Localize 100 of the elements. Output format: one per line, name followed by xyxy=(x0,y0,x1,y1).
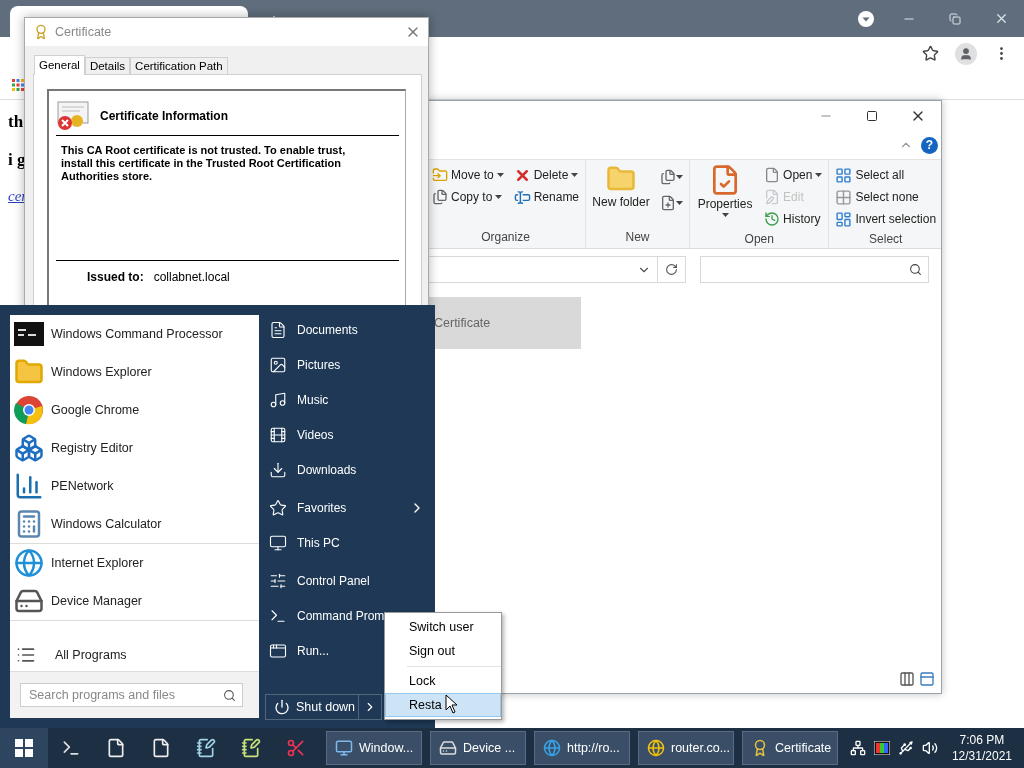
menu-item[interactable]: Lock xyxy=(385,669,501,693)
windows-logo-icon xyxy=(15,739,33,757)
clock[interactable]: 7:06 PM 12/31/2021 xyxy=(945,732,1018,764)
search-icon xyxy=(909,263,922,276)
ribbon-button[interactable]: Rename xyxy=(513,186,580,208)
taskbar-button[interactable]: Certificate xyxy=(742,731,838,765)
start-button[interactable] xyxy=(0,728,48,768)
grid-icon xyxy=(835,210,853,228)
volume-icon[interactable] xyxy=(921,740,938,756)
search-icon xyxy=(223,688,236,702)
device-icon xyxy=(439,739,457,757)
search-field[interactable] xyxy=(700,256,929,283)
scissors-icon[interactable] xyxy=(285,738,306,758)
certificate-icon xyxy=(33,24,49,40)
caret-icon xyxy=(676,201,684,205)
edit-icon xyxy=(764,189,781,205)
network-icon[interactable] xyxy=(849,740,866,756)
program-item[interactable]: Google Chrome xyxy=(13,391,251,429)
file-icon xyxy=(660,195,677,211)
power-icon xyxy=(274,699,290,715)
dropdown-icon[interactable] xyxy=(858,10,874,27)
program-item[interactable]: Internet Explorer xyxy=(13,544,251,582)
apps-icon[interactable] xyxy=(12,78,24,91)
grid-icon xyxy=(835,188,853,206)
notebook-icon[interactable] xyxy=(195,738,216,758)
download-icon xyxy=(269,460,287,479)
search-field[interactable]: Search programs and files xyxy=(20,683,243,707)
program-item[interactable]: Device Manager xyxy=(13,582,251,620)
film-icon xyxy=(269,425,287,444)
group-label: Organize xyxy=(480,229,531,246)
all-programs-item[interactable]: All Programs xyxy=(10,639,259,671)
taskbar-button[interactable]: router.co... xyxy=(638,731,734,765)
place-item[interactable]: Music xyxy=(269,382,435,417)
group-label: New xyxy=(624,229,651,246)
menu-item[interactable]: Sign out xyxy=(385,639,501,663)
menu-item[interactable]: Resta xyxy=(385,693,501,717)
info-heading: Certificate Information xyxy=(100,109,228,123)
place-item[interactable]: This PC xyxy=(269,525,435,560)
program-item[interactable]: Registry Editor xyxy=(13,429,251,467)
usb-icon[interactable] xyxy=(897,740,914,756)
dialog-tab[interactable]: General xyxy=(34,55,85,75)
place-item[interactable]: Pictures xyxy=(269,347,435,382)
group-label: Open xyxy=(743,231,775,248)
history-icon xyxy=(764,211,781,227)
notebook-icon[interactable] xyxy=(240,738,261,758)
ribbon-button[interactable]: Properties xyxy=(696,164,755,217)
program-item[interactable]: Windows Calculator xyxy=(13,505,251,543)
ribbon-button[interactable]: Delete xyxy=(513,164,580,186)
taskbar-button[interactable]: Device ... xyxy=(430,731,526,765)
copy-icon xyxy=(432,189,448,205)
list-icon xyxy=(16,645,36,665)
taskbar-button[interactable]: Window... xyxy=(326,731,422,765)
caret-icon xyxy=(815,173,823,177)
profile-avatar[interactable] xyxy=(955,42,977,65)
info-message: This CA Root certificate is not trusted. To enable trust, install this certificate in the Trusted Root Certification Authorities store. xyxy=(61,144,347,184)
menu-item[interactable]: Switch user xyxy=(385,615,501,639)
rename-icon xyxy=(513,188,531,206)
place-item[interactable]: Control Panel xyxy=(269,563,435,598)
help-icon[interactable]: ? xyxy=(921,136,938,154)
browser-icon xyxy=(647,739,665,757)
terminal-icon xyxy=(14,322,44,346)
details-view-icon[interactable] xyxy=(899,671,915,687)
place-item[interactable]: Downloads xyxy=(269,452,435,487)
place-item[interactable]: Favorites xyxy=(269,490,435,525)
dialog-tab[interactable]: Details xyxy=(84,57,131,74)
caret-icon xyxy=(496,173,504,177)
folder-icon xyxy=(432,167,448,183)
tiles-view-icon[interactable] xyxy=(919,671,935,687)
certificate-error-icon xyxy=(56,101,90,131)
ribbon-button[interactable]: Select all xyxy=(835,164,937,186)
ribbon-button[interactable]: Open xyxy=(764,164,823,186)
caret-icon xyxy=(571,173,579,177)
ribbon-button[interactable]: History xyxy=(764,208,823,230)
ribbon-button[interactable]: New folder xyxy=(592,164,651,209)
refresh-icon xyxy=(665,263,678,276)
place-item[interactable]: Videos xyxy=(269,417,435,452)
group-label: Select xyxy=(868,231,904,248)
file-icon xyxy=(764,167,781,183)
color-icon[interactable] xyxy=(873,741,890,755)
ribbon-button[interactable]: Select none xyxy=(835,186,937,208)
issued-to-label: Issued to: xyxy=(87,270,144,284)
restore-icon[interactable] xyxy=(949,12,961,25)
ribbon-button[interactable]: Copy to xyxy=(432,186,504,208)
issued-to-value: collabnet.local xyxy=(153,270,230,284)
dialog-tab[interactable]: Certification Path xyxy=(130,57,228,74)
program-item[interactable]: Windows Explorer xyxy=(13,353,251,391)
ribbon-button[interactable]: Invert selection xyxy=(835,208,937,230)
program-item[interactable]: PENetwork xyxy=(13,467,251,505)
music-icon xyxy=(269,390,287,409)
document-icon xyxy=(269,320,287,339)
files-icon xyxy=(660,169,677,185)
taskbar-button[interactable]: http://ro... xyxy=(534,731,630,765)
file-item[interactable]: Certificate xyxy=(426,297,581,349)
ribbon-button[interactable]: Move to xyxy=(432,164,504,186)
program-item[interactable]: Windows Command Processor xyxy=(13,315,251,353)
caret-icon xyxy=(495,195,503,199)
window-icon xyxy=(269,641,287,660)
maximize-icon[interactable] xyxy=(866,110,878,122)
caret-icon xyxy=(676,175,684,179)
star-icon[interactable] xyxy=(922,45,939,62)
